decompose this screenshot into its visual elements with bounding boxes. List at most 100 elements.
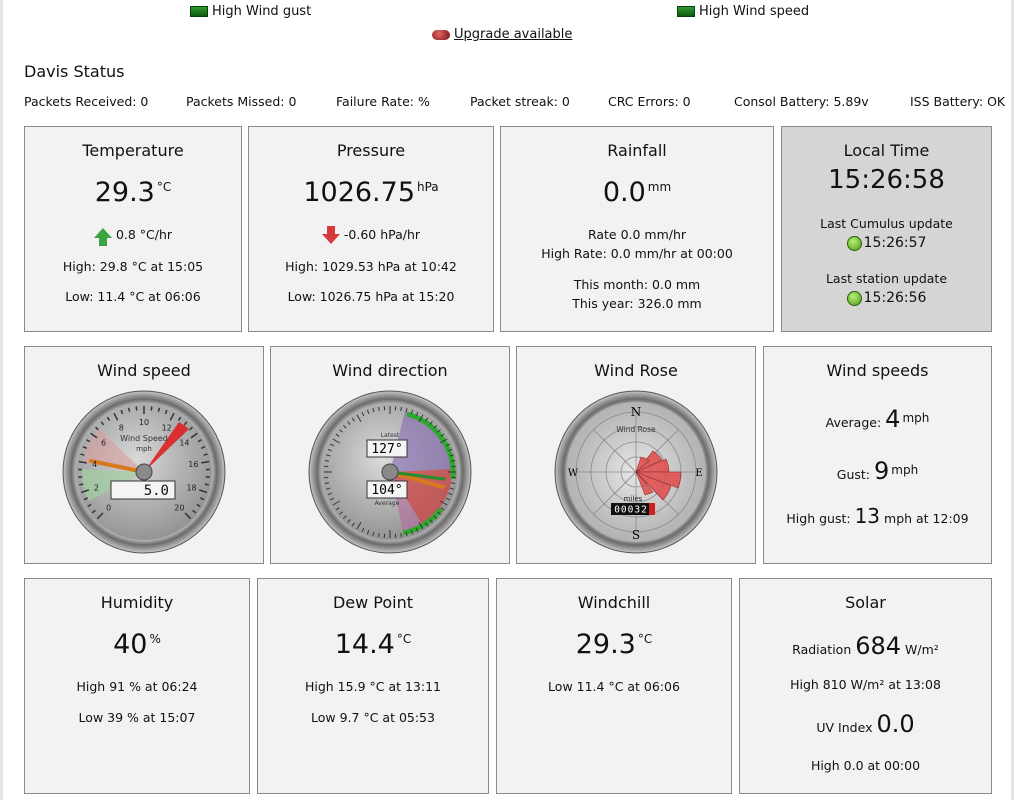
panel-title: Wind speed (97, 361, 191, 380)
average-value: 4 (885, 405, 901, 434)
wind-direction-panel: Wind direction Latest 127° 104° Average (270, 346, 510, 564)
gauge-tick (80, 453, 85, 456)
uv-label: UV Index (816, 720, 873, 735)
wind-speeds-panel: Wind speeds Average: 4 mph Gust: 9 mph Hig… (763, 346, 992, 564)
uv-high: High 0.0 at 00:00 (810, 758, 921, 773)
upgrade-notice: Upgrade available (432, 27, 572, 42)
temperature-high: High: 29.8 °C at 15:05 (62, 259, 204, 274)
value-text: 29.3 (575, 629, 636, 660)
gauge-tick (378, 532, 380, 538)
value-text: 1026.75 (303, 177, 415, 208)
upgrade-led-icon (432, 29, 450, 40)
gauge-tick-label: 20 (174, 503, 184, 512)
gauge-tick (157, 407, 161, 412)
gauge-tick (324, 482, 330, 484)
alarm-label: High Wind speed (699, 4, 810, 19)
packet-streak: Packet streak: 0 (470, 94, 570, 109)
value-text: 40 (113, 629, 148, 660)
gauge-tick (400, 406, 402, 412)
gust-unit: mph (891, 463, 919, 477)
pressure-high: High: 1029.53 hPa at 10:42 (285, 259, 457, 274)
trend-up-icon (93, 228, 112, 246)
panel-title: Temperature (82, 141, 184, 160)
pressure-panel: Pressure 1026.75 hPa -0.60 hPa/hr High: 1… (248, 126, 494, 332)
gust-label: Gust: (836, 467, 871, 483)
high-gust-value: 13 (854, 504, 881, 528)
temperature-low: Low: 11.4 °C at 06:06 (65, 289, 201, 304)
alarm-led-icon (677, 6, 695, 17)
gauge-tick-label: 18 (186, 483, 196, 492)
rainfall-value: 0.0 mm (501, 177, 773, 208)
rainfall-month: This month: 0.0 mm (573, 277, 701, 292)
radiation-label: Radiation (792, 642, 852, 657)
davis-status-row: Packets Received: 0 Packets Missed: 0 Fa… (24, 94, 1005, 110)
trend-text: -0.60 hPa/hr (343, 227, 421, 242)
panel-title: Dew Point (332, 593, 414, 612)
upgrade-link[interactable]: Upgrade available (454, 27, 572, 42)
unit-text: °C (637, 632, 653, 646)
panel-title: Local Time (843, 141, 930, 160)
wind-average: Average: 4 mph (764, 403, 991, 438)
wind-gust: Gust: 9 mph (764, 455, 991, 490)
trend-down-icon (321, 226, 340, 244)
rainfall-high-rate: High Rate: 0.0 mm/hr at 00:00 (541, 246, 733, 261)
windchill-panel: Windchill 29.3 °C Low 11.4 °C at 06:06 (496, 578, 732, 794)
panel-title: Wind speeds (826, 361, 929, 380)
wind-rose-panel: Wind Rose N S E W Wind Rose miles 00032 (516, 346, 756, 564)
gauge-tick (127, 407, 131, 412)
uv-value: 0.0 (876, 710, 915, 738)
solar-panel: Solar Radiation 684 W/m² High 810 W/m² a… (739, 578, 992, 794)
panel-title: Solar (845, 593, 886, 612)
panel-title: Rainfall (607, 141, 667, 160)
pressure-low: Low: 1026.75 hPa at 15:20 (287, 289, 455, 304)
dew-point-panel: Dew Point 14.4 °C High 15.9 °C at 13:11 L… (257, 578, 489, 794)
alarm-high-wind-speed: High Wind speed (677, 4, 809, 19)
average-label: Average: (825, 415, 882, 431)
panel-title: Windchill (577, 593, 651, 612)
cumulus-update-label: Last Cumulus update (820, 216, 953, 231)
time-text: 15:26:57 (863, 235, 927, 251)
value-text: 14.4 (334, 629, 395, 660)
pressure-trend: -0.60 hPa/hr (249, 226, 493, 244)
trend-text: 0.8 °C/hr (115, 227, 173, 242)
radiation-value: 684 (855, 632, 902, 660)
unit-text: °C (156, 180, 172, 194)
average-label: Average (375, 500, 400, 507)
alarm-label: High Wind gust (212, 4, 312, 19)
local-time-panel: Local Time 15:26:58 Last Cumulus update … (781, 126, 992, 332)
gauge-tick-label: 14 (179, 439, 189, 448)
failure-rate: Failure Rate: % (336, 94, 430, 109)
gauge-tick-label: 8 (119, 423, 124, 432)
local-time-value: 15:26:58 (828, 165, 945, 195)
gauge-tick-label: 16 (188, 460, 198, 469)
compass-w: W (568, 468, 579, 479)
panel-title: Wind direction (332, 361, 448, 380)
gauge-tick-label: 12 (162, 423, 172, 432)
value-text: 29.3 (94, 177, 155, 208)
pressure-value: 1026.75 hPa (249, 177, 493, 208)
alarm-led-icon (190, 6, 208, 17)
temperature-panel: Temperature 29.3 °C 0.8 °C/hr High: 29.8 … (24, 126, 242, 332)
wind-speed-gauge: Wind Speed mph 5.0 0 2 4 6 8 10 12 14 16 18 20 (62, 390, 226, 554)
gauge-tick (79, 483, 84, 486)
station-update-time: 15:26:56 (782, 290, 991, 306)
windchill-value: 29.3 °C (497, 629, 731, 660)
gauge-title: Wind Rose (616, 425, 656, 434)
iss-battery: ISS Battery: OK (910, 94, 1006, 109)
solar-high: High 810 W/m² at 13:08 (790, 677, 941, 692)
wind-rose-gauge: N S E W Wind Rose miles 00032 (554, 390, 718, 554)
average-direction-value: 104° (371, 483, 402, 498)
unit-text: °C (396, 632, 412, 646)
packets-missed: Packets Missed: 0 (186, 94, 297, 109)
latest-label: Latest (381, 432, 400, 439)
humidity-panel: Humidity 40% High 91 % at 06:24 Low 39 %… (24, 578, 250, 794)
panel-title: Wind Rose (594, 361, 678, 380)
gauge-lcd-value: 5.0 (144, 483, 169, 499)
page-border-left (0, 0, 3, 800)
consol-battery: Consol Battery: 5.89v (734, 94, 869, 109)
packets-received: Packets Received: 0 (24, 94, 149, 109)
cumulus-update-time: 15:26:57 (782, 235, 991, 251)
time-text: 15:26:56 (863, 290, 927, 306)
temperature-value: 29.3 °C (25, 177, 241, 208)
value-text: 0.0 (602, 177, 646, 208)
